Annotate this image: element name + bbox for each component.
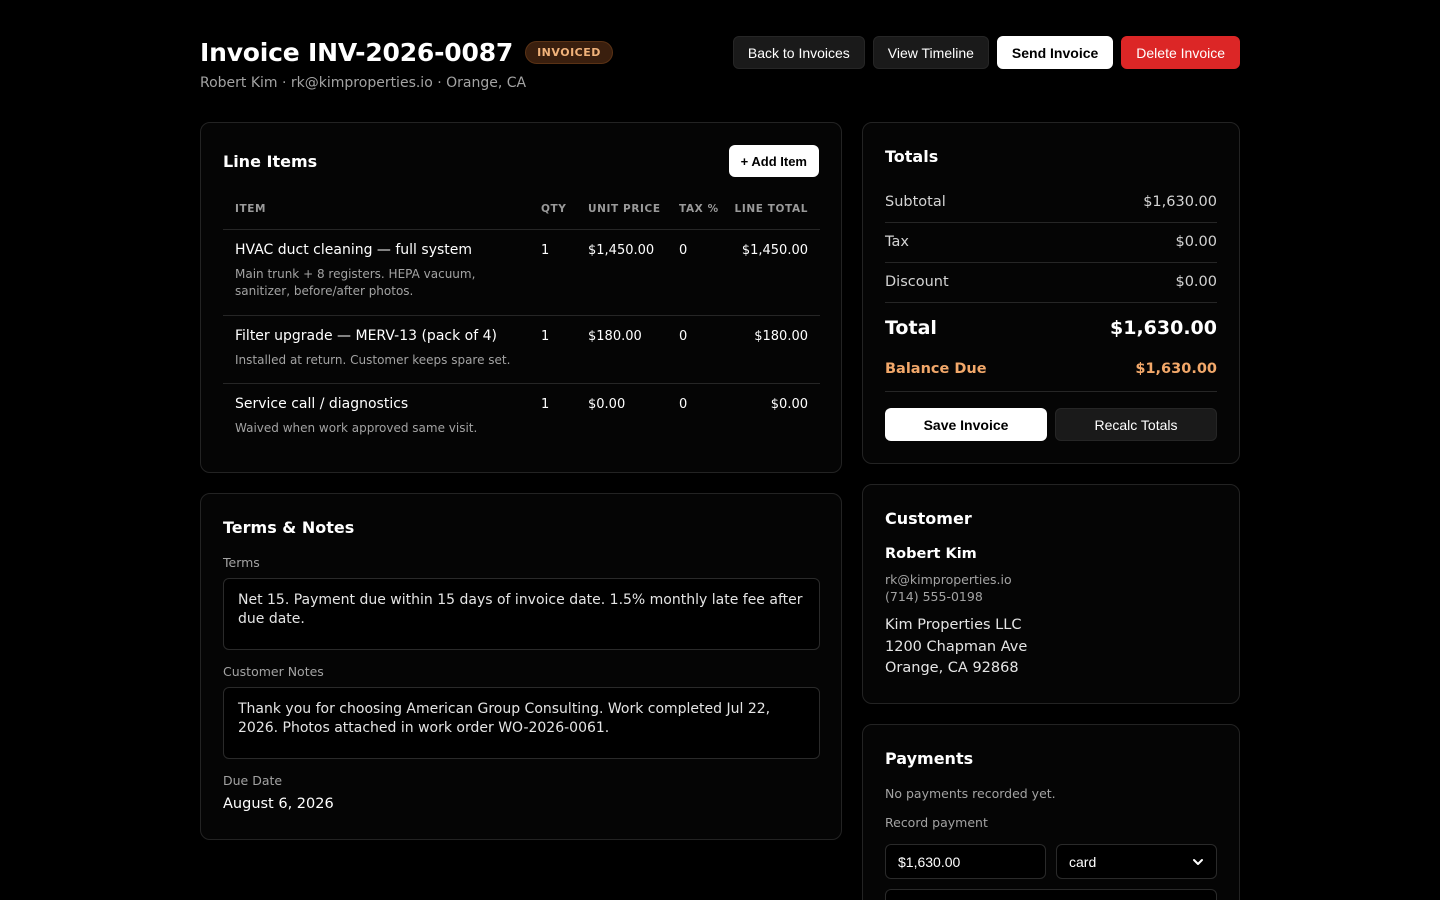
payment-reference-input[interactable] [885, 889, 1217, 900]
chevron-down-icon [1193, 858, 1203, 865]
payment-amount-input[interactable]: $1,630.00 [885, 844, 1046, 879]
payments-card: Payments No payments recorded yet. Recor… [862, 724, 1240, 900]
discount-row: Discount $0.00 [885, 263, 1217, 303]
item-unit-price: $1,450.00 [588, 243, 655, 258]
header-actions: Back to Invoices View Timeline Send Invo… [732, 36, 1240, 69]
due-date-value[interactable]: August 6, 2026 [223, 796, 334, 812]
subtotal-value: $1,630.00 [1143, 194, 1217, 210]
item-line-total: $0.00 [770, 397, 808, 412]
customer-company: Kim Properties LLC [885, 617, 1022, 633]
item-unit-price: $0.00 [588, 397, 626, 412]
payments-title: Payments [885, 749, 974, 768]
terms-notes-card: Terms & Notes Terms Net 15. Payment due … [200, 493, 842, 840]
item-name: HVAC duct cleaning — full system [235, 242, 473, 258]
terms-textarea[interactable]: Net 15. Payment due within 15 days of in… [223, 578, 820, 650]
item-qty: 1 [541, 397, 550, 412]
item-name: Filter upgrade — MERV-13 (pack of 4) [235, 328, 497, 344]
customer-title: Customer [885, 509, 972, 528]
item-tax: 0 [679, 243, 688, 258]
record-payment-label: Record payment [885, 815, 988, 830]
column-header-unit-price: UNIT PRICE [588, 203, 661, 215]
item-unit-price: $180.00 [588, 329, 642, 344]
totals-title: Totals [885, 147, 939, 166]
item-qty: 1 [541, 329, 550, 344]
total-value: $1,630.00 [1110, 317, 1217, 339]
tax-value: $0.00 [1175, 234, 1217, 250]
payment-method-select[interactable]: card [1056, 844, 1217, 879]
discount-value: $0.00 [1175, 274, 1217, 290]
subtotal-label: Subtotal [885, 194, 946, 210]
customer-city: Orange, CA 92868 [885, 660, 1019, 676]
column-header-line-total: LINE TOTAL [734, 203, 808, 215]
terms-notes-title: Terms & Notes [223, 518, 355, 537]
customer-email[interactable]: rk@kimproperties.io [885, 572, 1012, 587]
line-items-title: Line Items [223, 152, 318, 171]
payment-method-value: card [1069, 853, 1097, 870]
customer-summary: Robert Kim · rk@kimproperties.io · Orang… [200, 75, 527, 91]
customer-phone[interactable]: (714) 555-0198 [885, 589, 983, 604]
subtotal-row: Subtotal $1,630.00 [885, 183, 1217, 223]
table-row[interactable]: Service call / diagnostics Waived when w… [223, 384, 820, 452]
tax-label: Tax [885, 234, 909, 250]
item-name: Service call / diagnostics [235, 396, 409, 412]
item-qty: 1 [541, 243, 550, 258]
table-row[interactable]: Filter upgrade — MERV-13 (pack of 4) Ins… [223, 316, 820, 384]
add-item-button[interactable]: + Add Item [728, 145, 819, 177]
back-to-invoices-button[interactable]: Back to Invoices [732, 36, 865, 69]
due-date-label: Due Date [223, 773, 283, 788]
table-row[interactable]: HVAC duct cleaning — full system Main tr… [223, 230, 820, 316]
payment-amount-value: $1,630.00 [898, 853, 961, 870]
item-description: Main trunk + 8 registers. HEPA vacuum, s… [235, 267, 476, 298]
item-line-total: $1,450.00 [741, 243, 808, 258]
customer-notes-label: Customer Notes [223, 664, 324, 679]
invoice-page: Invoice INV-2026-0087 INVOICED Robert Ki… [0, 0, 1440, 900]
send-invoice-button[interactable]: Send Invoice [996, 36, 1114, 69]
customer-name: Robert Kim [885, 546, 977, 562]
item-tax: 0 [679, 397, 688, 412]
view-timeline-button[interactable]: View Timeline [872, 36, 989, 69]
customer-card: Customer Robert Kim rk@kimproperties.io … [862, 484, 1240, 704]
total-row: Total $1,630.00 [885, 303, 1217, 351]
item-tax: 0 [679, 329, 688, 344]
total-label: Total [885, 317, 937, 339]
title-row: Invoice INV-2026-0087 INVOICED [200, 38, 613, 67]
recalc-totals-button[interactable]: Recalc Totals [1055, 408, 1217, 441]
totals-card: Totals Subtotal $1,630.00 Tax $0.00 Disc… [862, 122, 1240, 464]
balance-due-value: $1,630.00 [1135, 361, 1217, 377]
customer-street: 1200 Chapman Ave [885, 639, 1028, 655]
delete-invoice-button[interactable]: Delete Invoice [1121, 36, 1240, 69]
item-line-total: $180.00 [754, 329, 808, 344]
tax-row: Tax $0.00 [885, 223, 1217, 263]
line-items-card: Line Items + Add Item ITEM QTY UNIT PRIC… [200, 122, 842, 473]
terms-label: Terms [223, 555, 260, 570]
page-title: Invoice INV-2026-0087 [200, 38, 514, 67]
item-description: Installed at return. Customer keeps spar… [235, 353, 511, 367]
item-description: Waived when work approved same visit. [235, 421, 478, 435]
column-header-qty: QTY [541, 203, 567, 215]
customer-notes-textarea[interactable]: Thank you for choosing American Group Co… [223, 687, 820, 759]
column-header-item: ITEM [235, 203, 267, 215]
column-header-tax: TAX % [679, 203, 719, 215]
page-header: Invoice INV-2026-0087 INVOICED Robert Ki… [200, 36, 1240, 96]
discount-label: Discount [885, 274, 949, 290]
balance-due-label: Balance Due [885, 361, 987, 377]
status-badge: INVOICED [525, 41, 613, 64]
balance-due-row: Balance Due $1,630.00 [885, 352, 1217, 392]
save-invoice-button[interactable]: Save Invoice [885, 408, 1047, 441]
line-items-header: ITEM QTY UNIT PRICE TAX % LINE TOTAL [223, 201, 820, 230]
no-payments-text: No payments recorded yet. [885, 786, 1056, 801]
